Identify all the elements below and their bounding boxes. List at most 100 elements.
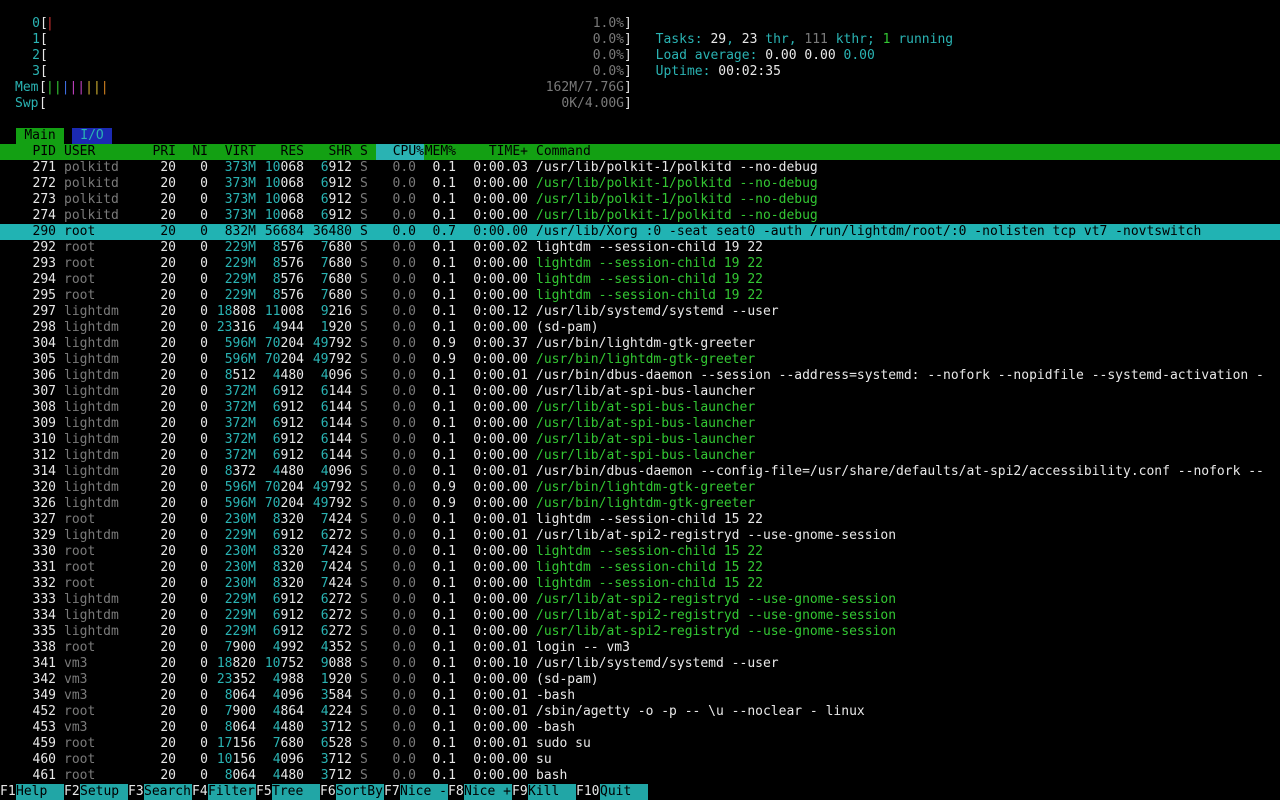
process-row[interactable]: 314 lightdm 20 0 8372 4480 4096 S 0.0 0.1 0:00.01 /… — [0, 464, 1280, 480]
process-row[interactable]: 453 vm3 20 0 8064 4480 3712 S 0.0 0.1 0:00.00 -bash — [0, 720, 1280, 736]
fkey-f3[interactable]: F3 — [128, 784, 144, 800]
cell-res: 4480 — [272, 368, 304, 383]
cell-s: S — [360, 432, 368, 447]
process-row[interactable]: 307 lightdm 20 0 372M 6912 6144 S 0.0 0.1 0:00.00 /… — [0, 384, 1280, 400]
col-pid[interactable]: PID — [0, 144, 56, 160]
cell-mem: 0.1 — [432, 528, 456, 543]
cell-cpu: 0.0 — [392, 352, 416, 367]
cell-s: S — [360, 224, 368, 239]
tab-io[interactable]: I/O — [72, 128, 112, 144]
process-row[interactable]: 292 root 20 0 229M 8576 7680 S 0.0 0.1 0:00.02 ligh… — [0, 240, 1280, 256]
cell-res: 70204 — [264, 480, 304, 495]
process-row[interactable]: 460 root 20 0 10156 4096 3712 S 0.0 0.1 0:00.00 su — [0, 752, 1280, 768]
process-row[interactable]: 290 root 20 0 832M 56684 36480 S 0.0 0.7 0:00.00/u… — [0, 224, 1280, 240]
process-row[interactable]: 342 vm3 20 0 23352 4988 1920 S 0.0 0.1 0:00.00 (sd-… — [0, 672, 1280, 688]
process-row[interactable]: 335 lightdm 20 0 229M 6912 6272 S 0.0 0.1 0:00.00 /… — [0, 624, 1280, 640]
col-state[interactable]: S — [360, 144, 368, 160]
col-ni[interactable]: NI — [184, 144, 208, 160]
fkey-label-search[interactable]: Search — [144, 784, 192, 800]
col-user[interactable]: USER — [64, 144, 95, 160]
process-row[interactable]: 320 lightdm 20 0 596M 70204 49792 S 0.0 0.9 0:00.0… — [0, 480, 1280, 496]
process-row[interactable]: 332 root 20 0 230M 8320 7424 S 0.0 0.1 0:00.00 ligh… — [0, 576, 1280, 592]
process-row[interactable]: 297 lightdm 20 0 18808 11008 9216 S 0.0 0.1 0:00.1… — [0, 304, 1280, 320]
process-row[interactable]: 294 root 20 0 229M 8576 7680 S 0.0 0.1 0:00.00 ligh… — [0, 272, 1280, 288]
process-row[interactable]: 298 lightdm 20 0 23316 4944 1920 S 0.0 0.1 0:00.00… — [0, 320, 1280, 336]
col-cpu[interactable]: CPU% — [376, 144, 424, 160]
process-row[interactable]: 326 lightdm 20 0 596M 70204 49792 S 0.0 0.9 0:00.0… — [0, 496, 1280, 512]
col-mem[interactable]: MEM% — [424, 144, 456, 160]
cell-res: 6912 — [272, 400, 304, 415]
process-row[interactable]: 310 lightdm 20 0 372M 6912 6144 S 0.0 0.1 0:00.00 /… — [0, 432, 1280, 448]
fkey-label-setup[interactable]: Setup — [80, 784, 128, 800]
fkey-label-tree[interactable]: Tree — [272, 784, 320, 800]
process-row[interactable]: 329 lightdm 20 0 229M 6912 6272 S 0.0 0.1 0:00.01 /… — [0, 528, 1280, 544]
process-row[interactable]: 452 root 20 0 7900 4864 4224 S 0.0 0.1 0:00.01/sbi… — [0, 704, 1280, 720]
cell-s: S — [360, 768, 368, 783]
fkey-f4[interactable]: F4 — [192, 784, 208, 800]
process-row[interactable]: 461 root 20 0 8064 4480 3712 S 0.0 0.1 0:00.00 bash — [0, 768, 1280, 784]
cell-pri: 20 — [160, 752, 176, 767]
process-row[interactable]: 271 polkitd 20 0 373M 10068 6912 S 0.0 0.1 0:00.03… — [0, 160, 1280, 176]
process-row[interactable]: 305 lightdm 20 0 596M 70204 49792 S 0.0 0.9 0:00.0… — [0, 352, 1280, 368]
fkey-label-help[interactable]: Help — [16, 784, 64, 800]
fkey-f7[interactable]: F7 — [384, 784, 400, 800]
fkey-f10[interactable]: F10 — [576, 784, 600, 800]
process-row[interactable]: 272 polkitd 20 0 373M 10068 6912 S 0.0 0.1 0:00.00… — [0, 176, 1280, 192]
process-row[interactable]: 349 vm3 20 0 8064 4096 3584 S 0.0 0.1 0:00.01 -bash — [0, 688, 1280, 704]
cell-shr: 49792 — [312, 480, 352, 495]
process-row[interactable]: 273 polkitd 20 0 373M 10068 6912 S 0.0 0.1 0:00.00… — [0, 192, 1280, 208]
col-res[interactable]: RES — [256, 144, 304, 160]
fkey-label-nice[interactable]: Nice - — [400, 784, 448, 800]
process-row[interactable]: 312 lightdm 20 0 372M 6912 6144 S 0.0 0.1 0:00.00 /… — [0, 448, 1280, 464]
cell-ni: 0 — [200, 496, 208, 511]
cell-ni: 0 — [200, 160, 208, 175]
process-row[interactable]: 459 root 20 0 17156 7680 6528 S 0.0 0.1 0:00.01 sud… — [0, 736, 1280, 752]
cell-res: 4096 — [272, 752, 304, 767]
cell-time: 0:00.00 — [473, 192, 528, 207]
fkey-f1[interactable]: F1 — [0, 784, 16, 800]
cell-user: vm3 — [64, 688, 88, 703]
process-row[interactable]: 306 lightdm 20 0 8512 4480 4096 S 0.0 0.1 0:00.01 /… — [0, 368, 1280, 384]
cell-s: S — [360, 240, 368, 255]
process-row[interactable]: 341 vm3 20 0 18820 10752 9088 S 0.0 0.1 0:00.10/us… — [0, 656, 1280, 672]
col-time[interactable]: TIME+ — [464, 144, 528, 160]
fkey-f5[interactable]: F5 — [256, 784, 272, 800]
col-virt[interactable]: VIRT — [216, 144, 256, 160]
cell-shr: 6144 — [320, 432, 352, 447]
cell-mem: 0.1 — [432, 176, 456, 191]
fkey-label-nice[interactable]: Nice + — [464, 784, 512, 800]
process-row[interactable]: 334 lightdm 20 0 229M 6912 6272 S 0.0 0.1 0:00.00 /… — [0, 608, 1280, 624]
cell-mem: 0.1 — [432, 704, 456, 719]
process-row[interactable]: 327 root 20 0 230M 8320 7424 S 0.0 0.1 0:00.01 ligh… — [0, 512, 1280, 528]
process-row[interactable]: 333 lightdm 20 0 229M 6912 6272 S 0.0 0.1 0:00.00 /… — [0, 592, 1280, 608]
fkey-label-filter[interactable]: Filter — [208, 784, 256, 800]
fkey-f6[interactable]: F6 — [320, 784, 336, 800]
cell-virt: 372M — [224, 416, 256, 431]
process-row[interactable]: 308 lightdm 20 0 372M 6912 6144 S 0.0 0.1 0:00.00 /… — [0, 400, 1280, 416]
cell-pri: 20 — [160, 672, 176, 687]
cell-ni: 0 — [200, 736, 208, 751]
fkey-f2[interactable]: F2 — [64, 784, 80, 800]
cell-s: S — [360, 576, 368, 591]
col-shr[interactable]: SHR — [304, 144, 352, 160]
fkey-label-kill[interactable]: Kill — [528, 784, 576, 800]
process-row[interactable]: 295 root 20 0 229M 8576 7680 S 0.0 0.1 0:00.00 ligh… — [0, 288, 1280, 304]
fkey-label-quit[interactable]: Quit — [600, 784, 648, 800]
process-row[interactable]: 309 lightdm 20 0 372M 6912 6144 S 0.0 0.1 0:00.00 /… — [0, 416, 1280, 432]
col-pri[interactable]: PRI — [144, 144, 176, 160]
process-row[interactable]: 274 polkitd 20 0 373M 10068 6912 S 0.0 0.1 0:00.00… — [0, 208, 1280, 224]
col-command[interactable]: Command — [536, 144, 591, 160]
fkey-f9[interactable]: F9 — [512, 784, 528, 800]
cell-res: 10752 — [264, 656, 304, 671]
fkey-f8[interactable]: F8 — [448, 784, 464, 800]
process-row[interactable]: 304 lightdm 20 0 596M 70204 49792 S 0.0 0.9 0:00.3… — [0, 336, 1280, 352]
process-row[interactable]: 331 root 20 0 230M 8320 7424 S 0.0 0.1 0:00.00 ligh… — [0, 560, 1280, 576]
process-row[interactable]: 293 root 20 0 229M 8576 7680 S 0.0 0.1 0:00.00 ligh… — [0, 256, 1280, 272]
process-row[interactable]: 330 root 20 0 230M 8320 7424 S 0.0 0.1 0:00.00 ligh… — [0, 544, 1280, 560]
cell-pri: 20 — [160, 288, 176, 303]
tab-main[interactable]: Main — [16, 128, 64, 144]
cell-user: polkitd — [64, 160, 119, 175]
fkey-label-sortby[interactable]: SortBy — [336, 784, 384, 800]
cell-pri: 20 — [160, 320, 176, 335]
process-row[interactable]: 338 root 20 0 7900 4992 4352 S 0.0 0.1 0:00.01 logi… — [0, 640, 1280, 656]
